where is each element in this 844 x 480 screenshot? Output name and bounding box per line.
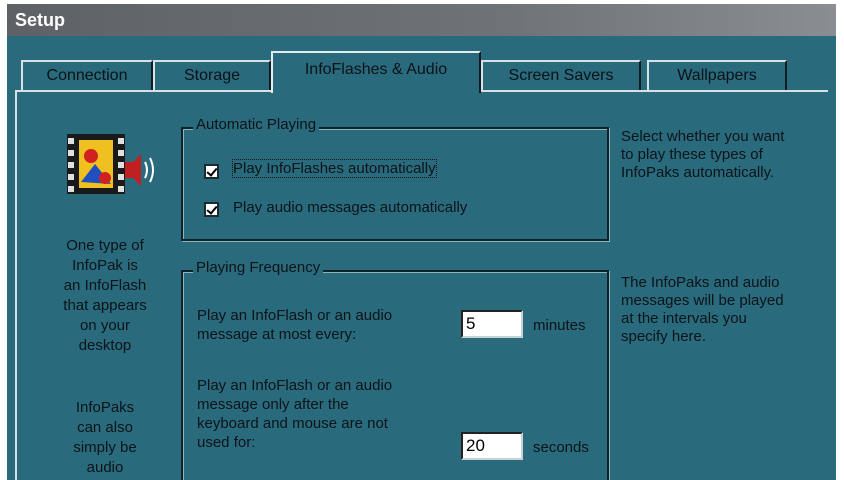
- left-desc-1-line: that appears: [63, 297, 147, 314]
- window-title: Setup: [15, 10, 66, 30]
- automatic-playing-legend: Automatic Playing: [193, 116, 320, 133]
- left-description-1: One type of InfoPak is an InfoFlash that…: [51, 236, 159, 356]
- seconds-input[interactable]: 20: [461, 432, 523, 460]
- tab-storage[interactable]: Storage: [153, 60, 271, 91]
- help1-line: InfoPaks automatically.: [621, 164, 775, 181]
- playing-frequency-legend: Playing Frequency: [193, 259, 324, 276]
- tab-infoflashes-audio[interactable]: InfoFlashes & Audio: [271, 51, 481, 93]
- tab-storage-label: Storage: [183, 67, 241, 84]
- film-speaker-icon: [67, 134, 154, 194]
- frequency-row2-line: used for:: [197, 434, 256, 451]
- help1-line: Select whether you want: [621, 128, 785, 145]
- minutes-unit: minutes: [533, 317, 586, 334]
- title-bar[interactable]: Setup: [7, 4, 836, 36]
- left-desc-2-line: simply be: [73, 439, 137, 456]
- frequency-row2-text: Play an InfoFlash or an audio message on…: [197, 376, 392, 452]
- frequency-row1-line: Play an InfoFlash or an audio: [197, 307, 393, 324]
- left-desc-2-line: InfoPaks: [75, 399, 135, 416]
- frequency-row2-line: keyboard and mouse are not: [197, 415, 388, 432]
- tab-screen-savers-label: Screen Savers: [508, 67, 614, 84]
- left-description-2: InfoPaks can also simply be audio: [51, 398, 159, 478]
- help1-line: to play these types of: [621, 146, 763, 163]
- help2-line: at the intervals you: [621, 310, 747, 327]
- automatic-playing-group: [181, 127, 609, 241]
- tab-connection-label: Connection: [46, 67, 128, 84]
- minutes-input[interactable]: 5: [461, 310, 523, 338]
- left-desc-1-line: InfoPak is: [72, 257, 138, 274]
- play-infoflashes-checkbox[interactable]: [204, 164, 219, 179]
- left-desc-1-line: on your: [79, 317, 131, 334]
- left-desc-1-line: desktop: [78, 337, 132, 354]
- help-automatic-playing: Select whether you want to play these ty…: [621, 128, 784, 182]
- tab-screen-savers[interactable]: Screen Savers: [481, 60, 641, 91]
- help2-line: The InfoPaks and audio: [621, 274, 780, 291]
- tab-connection[interactable]: Connection: [21, 60, 153, 91]
- tab-wallpapers[interactable]: Wallpapers: [647, 60, 787, 91]
- frequency-row1-line: message at most every:: [197, 326, 357, 343]
- help-playing-frequency: The InfoPaks and audio messages will be …: [621, 274, 784, 346]
- frequency-row2-line: Play an InfoFlash or an audio: [197, 377, 393, 394]
- tab-infoflashes-audio-label: InfoFlashes & Audio: [304, 61, 448, 78]
- left-desc-1-line: an InfoFlash: [63, 277, 147, 294]
- left-desc-2-line: audio: [86, 459, 124, 476]
- seconds-unit: seconds: [533, 439, 589, 456]
- play-infoflashes-label[interactable]: Play InfoFlashes automatically: [232, 159, 437, 178]
- tab-strip: Connection Storage InfoFlashes & Audio S…: [7, 36, 836, 93]
- play-audio-label[interactable]: Play audio messages automatically: [233, 199, 467, 216]
- setup-dialog: Setup Connection Storage InfoFlashes & A…: [7, 4, 836, 480]
- tab-wallpapers-label: Wallpapers: [677, 67, 757, 84]
- play-audio-checkbox[interactable]: [204, 202, 219, 217]
- help2-line: specify here.: [621, 328, 707, 345]
- frequency-row2-line: message only after the: [197, 396, 349, 413]
- left-desc-1-line: One type of: [66, 237, 144, 254]
- help2-line: messages will be played: [621, 292, 784, 309]
- frequency-row1-text: Play an InfoFlash or an audio message at…: [197, 306, 392, 344]
- left-desc-2-line: can also: [77, 419, 133, 436]
